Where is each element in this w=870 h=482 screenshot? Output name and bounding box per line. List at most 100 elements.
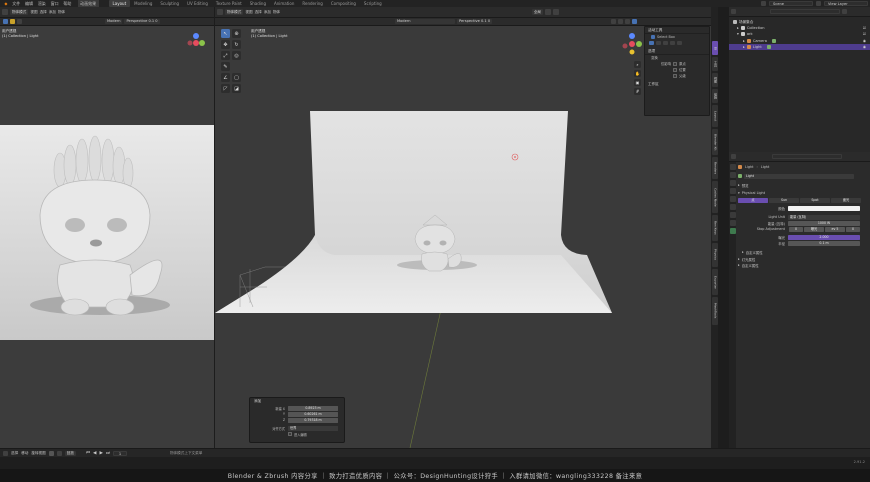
add-cube-tool-icon[interactable]: ▢ (232, 73, 241, 82)
menu-help[interactable]: 帮助 (61, 0, 74, 7)
main-3d-viewport[interactable]: 物体模式 视图 选择 添加 物体 全局 Modern Perspective 0… (215, 7, 711, 448)
filter-icon[interactable] (842, 9, 847, 14)
current-frame-field[interactable]: 1 (113, 450, 127, 456)
side-tab-tool[interactable]: 工具 (711, 57, 718, 71)
eye-icon[interactable]: ◉ (863, 44, 866, 50)
properties-search-input[interactable] (772, 154, 842, 159)
scene-selector[interactable]: Scene (769, 1, 813, 6)
extra-props-section[interactable]: ▸ 自定义属性 (738, 262, 868, 268)
stop-field-4[interactable]: 0 (846, 226, 860, 232)
radius-field[interactable]: 0.1 m (788, 240, 860, 246)
side-tab-item[interactable]: 项 (711, 41, 718, 55)
zoom-icon[interactable]: ⌕ (634, 61, 641, 68)
tab-animation[interactable]: Animation (270, 0, 298, 7)
timeline-editor-icon[interactable] (3, 450, 8, 456)
menu-render[interactable]: 渲染 (35, 0, 48, 7)
view-layer-props-icon[interactable] (729, 188, 736, 194)
mode-subtract-icon[interactable] (663, 41, 668, 45)
jump-start-icon[interactable]: ⏮ (86, 450, 90, 456)
light-type-point[interactable]: 点 (738, 197, 768, 203)
side-tab-physics[interactable]: Physics (711, 243, 718, 267)
stop-field-1[interactable]: 0 (789, 226, 803, 232)
tab-uv-editing[interactable]: UV Editing (183, 0, 212, 7)
left-mode-select[interactable]: 物体模式 (10, 9, 29, 15)
operator-title[interactable]: 添加 (250, 398, 344, 405)
cursor-tool-icon[interactable]: ⊕ (232, 29, 241, 38)
menu-edit[interactable]: 编辑 (23, 0, 36, 7)
play-icon[interactable]: ▶ (99, 451, 102, 456)
jump-end-icon[interactable]: ⏭ (106, 450, 110, 456)
playback-menu[interactable]: 回放 (64, 450, 76, 456)
left-3d-viewport[interactable]: 物体模式 视图 选择 添加 物体 Modern Perspective 0.1 … (0, 7, 214, 448)
render-icon[interactable] (10, 19, 15, 24)
record-icon[interactable] (48, 450, 54, 456)
physical-light-section[interactable]: ▾ Physical Light (738, 190, 868, 196)
camera-view-icon[interactable]: ▣ (634, 79, 641, 86)
workspace-section[interactable]: 工作区 (645, 81, 709, 88)
editor-type-icon[interactable] (2, 9, 8, 15)
light-data-props-icon[interactable] (729, 228, 736, 234)
mode-extend-icon[interactable] (656, 41, 661, 45)
main-nav-gizmo[interactable] (619, 31, 645, 57)
scale-tool-icon[interactable]: ⤢ (221, 51, 230, 60)
outliner-search-input[interactable] (770, 9, 840, 14)
custom-props-subsection[interactable]: ▸ 自定义属性 (738, 249, 868, 255)
status-move[interactable]: 移动 (21, 451, 28, 456)
transform-tool-icon[interactable]: ◎ (232, 51, 241, 60)
tab-scripting[interactable]: Scripting (360, 0, 386, 7)
left-menu-object[interactable]: 物体 (58, 10, 65, 15)
menu-window[interactable]: 窗口 (48, 0, 61, 7)
play-icon[interactable] (3, 19, 8, 24)
world-props-icon[interactable] (729, 204, 736, 210)
preview-section[interactable]: ▸ 预览 (738, 182, 868, 188)
play-reverse-icon[interactable]: ◀ (93, 451, 96, 456)
inset-tool-icon[interactable]: ◪ (232, 84, 241, 93)
tab-sculpting[interactable]: Sculpting (156, 0, 183, 7)
tab-texture-paint[interactable]: Texture Paint (212, 0, 246, 7)
extrude-tool-icon[interactable]: ◸ (221, 84, 230, 93)
status-rotate-view[interactable]: 旋转视图 (31, 451, 45, 456)
active-tool-section[interactable]: 活动工具 (645, 27, 709, 34)
locations-checkbox[interactable] (673, 68, 677, 72)
left-menu-select[interactable]: 选择 (40, 10, 47, 15)
ortho-grid-icon[interactable]: # (634, 88, 641, 95)
object-props-icon[interactable] (729, 212, 736, 218)
expand-arrow-icon[interactable]: ▾ (737, 31, 739, 37)
side-tab-exporter[interactable]: Exporter (711, 269, 718, 295)
side-tab-layout[interactable]: Layout (711, 105, 718, 127)
light-type-spot[interactable]: Spot (800, 197, 830, 203)
stop-field-2[interactable]: 曝光 (804, 226, 824, 232)
op-x-value[interactable]: 0.8923 m (288, 405, 338, 411)
scene-props-icon[interactable] (729, 196, 736, 202)
keyframe-icon[interactable] (56, 450, 62, 456)
annotate-tool-icon[interactable]: ✎ (221, 62, 230, 71)
move-tool-icon[interactable]: ✥ (221, 40, 230, 49)
light-type-area[interactable]: 面光 (831, 197, 861, 203)
tab-compositing[interactable]: Compositing (327, 0, 360, 7)
side-tab-blenderkit[interactable]: Blender Kit (711, 129, 718, 155)
menu-file[interactable]: 文件 (10, 0, 23, 7)
power-field[interactable]: 1000 W (788, 220, 860, 226)
overlay-icon[interactable] (17, 19, 22, 24)
view-layer-selector[interactable]: View Layer (824, 1, 868, 6)
measure-tool-icon[interactable]: ∠ (221, 73, 230, 82)
outliner-type-icon[interactable] (731, 9, 736, 14)
status-select[interactable]: 选择 (11, 451, 18, 456)
parents-checkbox[interactable] (673, 74, 677, 78)
constraints-props-icon[interactable] (729, 220, 736, 226)
side-tab-renders[interactable]: Renders (711, 157, 718, 179)
op-align-value[interactable]: 世界 (288, 425, 338, 431)
unit-select[interactable]: 能量 (瓦特) (788, 214, 860, 220)
outliner-row-light[interactable]: ▸ Light ◉ (729, 43, 870, 50)
side-tab-edit[interactable]: 编辑 (711, 89, 718, 103)
expand-arrow-icon[interactable]: ▸ (743, 44, 745, 50)
light-name-field[interactable]: Light (744, 173, 854, 179)
side-tab-meshtools[interactable]: MeshTools (711, 297, 718, 325)
stop-field-3[interactable]: ev 5 (825, 226, 845, 232)
left-menu-add[interactable]: 添加 (49, 10, 56, 15)
timeline-area[interactable]: 2.91.2 (0, 457, 870, 469)
side-tab-cycles-node[interactable]: Cycles Node (711, 181, 718, 213)
mode-invert-icon[interactable] (670, 41, 675, 45)
properties-type-icon[interactable] (731, 154, 736, 159)
op-z-value[interactable]: 0.79318 m (288, 417, 338, 423)
